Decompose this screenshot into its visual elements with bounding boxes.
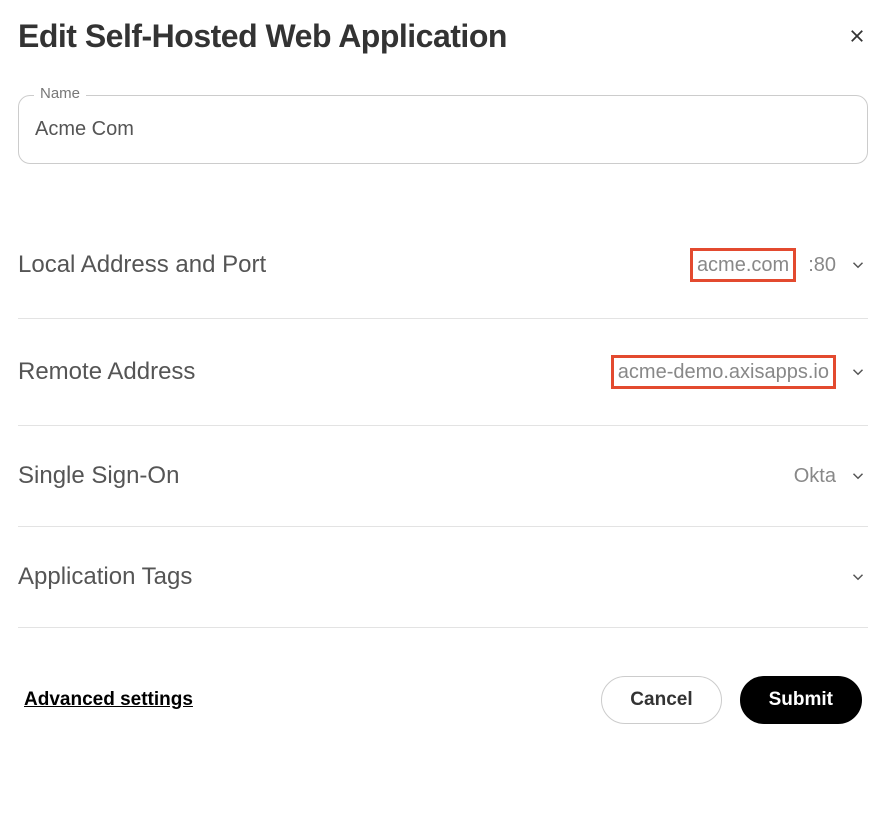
dialog-footer: Advanced settings Cancel Submit	[18, 676, 868, 724]
remote-address-value-highlight: acme-demo.axisapps.io	[611, 355, 836, 389]
app-tags-value-wrap	[848, 567, 868, 587]
remote-address-value-wrap: acme-demo.axisapps.io	[611, 355, 868, 389]
chevron-down-icon[interactable]	[848, 255, 868, 275]
sso-section[interactable]: Single Sign-On Okta	[18, 426, 868, 527]
close-icon[interactable]	[846, 23, 868, 51]
local-address-host-highlight: acme.com	[690, 248, 796, 282]
chevron-down-icon[interactable]	[848, 466, 868, 486]
name-field-label: Name	[34, 85, 86, 102]
cancel-button[interactable]: Cancel	[601, 676, 721, 724]
remote-address-label: Remote Address	[18, 358, 195, 386]
name-field-wrapper: Name	[18, 95, 868, 164]
remote-address-section[interactable]: Remote Address acme-demo.axisapps.io	[18, 319, 868, 426]
local-address-value-wrap: acme.com :80	[690, 248, 868, 282]
sso-value: Okta	[794, 465, 836, 488]
sso-label: Single Sign-On	[18, 462, 179, 490]
advanced-settings-link[interactable]: Advanced settings	[24, 689, 193, 711]
submit-button[interactable]: Submit	[740, 676, 862, 724]
app-tags-section[interactable]: Application Tags	[18, 527, 868, 628]
app-tags-label: Application Tags	[18, 563, 192, 591]
chevron-down-icon[interactable]	[848, 567, 868, 587]
chevron-down-icon[interactable]	[848, 362, 868, 382]
local-address-section[interactable]: Local Address and Port acme.com :80	[18, 212, 868, 319]
name-input[interactable]	[18, 95, 868, 164]
local-address-label: Local Address and Port	[18, 251, 266, 279]
sso-value-wrap: Okta	[794, 465, 868, 488]
page-title: Edit Self-Hosted Web Application	[18, 18, 507, 55]
footer-button-group: Cancel Submit	[601, 676, 862, 724]
local-address-port: :80	[808, 254, 836, 277]
dialog-header: Edit Self-Hosted Web Application	[18, 18, 868, 55]
